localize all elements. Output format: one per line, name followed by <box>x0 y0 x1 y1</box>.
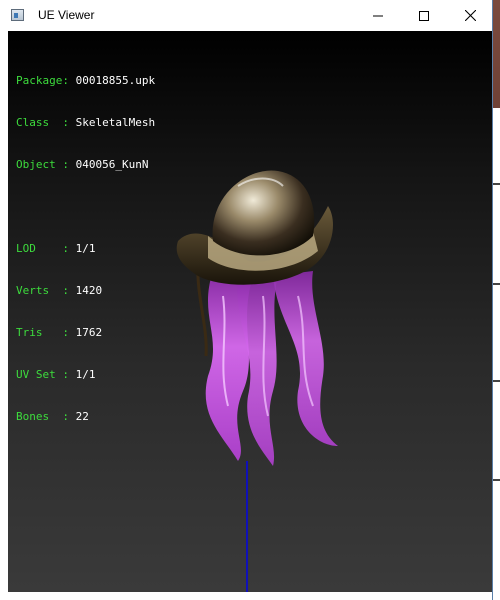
background-window-tick <box>492 283 500 285</box>
info-spacer <box>16 200 155 214</box>
info-value: SkeletalMesh <box>75 116 156 129</box>
info-label: Class : <box>16 116 76 129</box>
close-button[interactable] <box>447 0 493 31</box>
info-tris-row: Tris : 1762 <box>16 326 155 340</box>
window-title: UE Viewer <box>38 8 95 22</box>
background-window-tick <box>492 479 500 481</box>
info-value: 1/1 <box>75 242 96 255</box>
ue-viewer-window: UE Viewer Package: 00018855.upk Class : … <box>0 0 492 600</box>
info-label: Object : <box>16 158 76 171</box>
info-value: 1420 <box>75 284 103 297</box>
info-verts-row: Verts : 1420 <box>16 284 155 298</box>
info-object-row: Object : 040056_KunN <box>16 158 155 172</box>
info-label: Tris : <box>16 326 76 339</box>
info-label: LOD : <box>16 242 76 255</box>
background-window-tick <box>492 380 500 382</box>
info-value: 1/1 <box>75 368 96 381</box>
maximize-icon <box>419 10 429 21</box>
minimize-icon <box>373 15 383 16</box>
3d-viewport[interactable]: Package: 00018855.upk Class : SkeletalMe… <box>8 31 492 592</box>
app-icon[interactable] <box>11 9 24 21</box>
info-label: UV Set : <box>16 368 76 381</box>
info-package-row: Package: 00018855.upk <box>16 74 155 88</box>
background-window-tick <box>492 183 500 185</box>
info-value: 040056_KunN <box>75 158 149 171</box>
hat-hair-mesh-render <box>176 170 338 466</box>
info-bones-row: Bones : 22 <box>16 410 155 424</box>
info-uvset-row: UV Set : 1/1 <box>16 368 155 382</box>
info-class-row: Class : SkeletalMesh <box>16 116 155 130</box>
window-bottom-border <box>0 592 492 600</box>
title-bar[interactable]: UE Viewer <box>0 0 492 31</box>
info-label: Verts : <box>16 284 76 297</box>
info-label: Bones : <box>16 410 76 423</box>
background-window-edge <box>492 108 500 600</box>
minimize-button[interactable] <box>355 0 401 31</box>
info-value: 1762 <box>75 326 103 339</box>
vertical-axis-line <box>246 461 248 592</box>
close-icon <box>464 10 476 21</box>
info-lod-row: LOD : 1/1 <box>16 242 155 256</box>
info-label: Package: <box>16 74 76 87</box>
info-value: 22 <box>75 410 89 423</box>
maximize-button[interactable] <box>401 0 447 31</box>
info-value: 00018855.upk <box>75 74 156 87</box>
mesh-info-overlay: Package: 00018855.upk Class : SkeletalMe… <box>16 46 155 452</box>
window-left-border <box>0 31 8 592</box>
